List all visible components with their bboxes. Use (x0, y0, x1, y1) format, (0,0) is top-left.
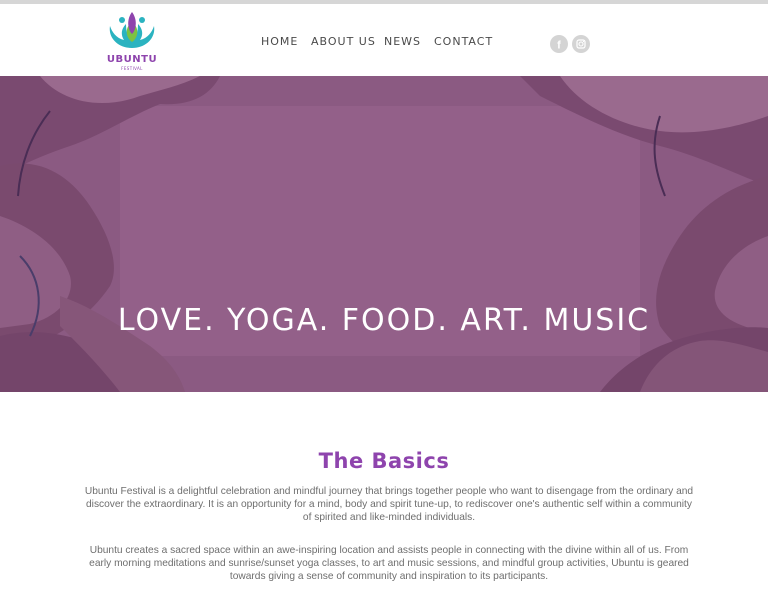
logo-subtext: FESTIVAL (121, 66, 143, 71)
hero-banner: LOVE. YOGA. FOOD. ART. MUSIC (0, 76, 768, 392)
instagram-icon[interactable] (572, 35, 590, 53)
logo-text: UBUNTU (106, 54, 158, 65)
basics-paragraph-1: Ubuntu Festival is a delightful celebrat… (84, 486, 694, 524)
basics-paragraph-2: Ubuntu creates a sacred space within an … (89, 545, 689, 583)
nav-item-about-us[interactable]: ABOUT US (311, 35, 376, 49)
hero-background-image (0, 76, 768, 392)
site-header: UBUNTU FESTIVAL HOME ABOUT US NEWS CONTA… (0, 4, 768, 76)
main-nav: HOME ABOUT US NEWS CONTACT (0, 35, 768, 49)
hero-title: LOVE. YOGA. FOOD. ART. MUSIC (117, 303, 651, 339)
nav-item-news[interactable]: NEWS (384, 35, 421, 49)
nav-item-home[interactable]: HOME (261, 35, 298, 49)
facebook-glyph: f (557, 40, 561, 52)
section-title-basics: The Basics (318, 449, 450, 474)
nav-item-contact[interactable]: CONTACT (434, 35, 493, 49)
facebook-icon[interactable]: f (550, 35, 568, 53)
